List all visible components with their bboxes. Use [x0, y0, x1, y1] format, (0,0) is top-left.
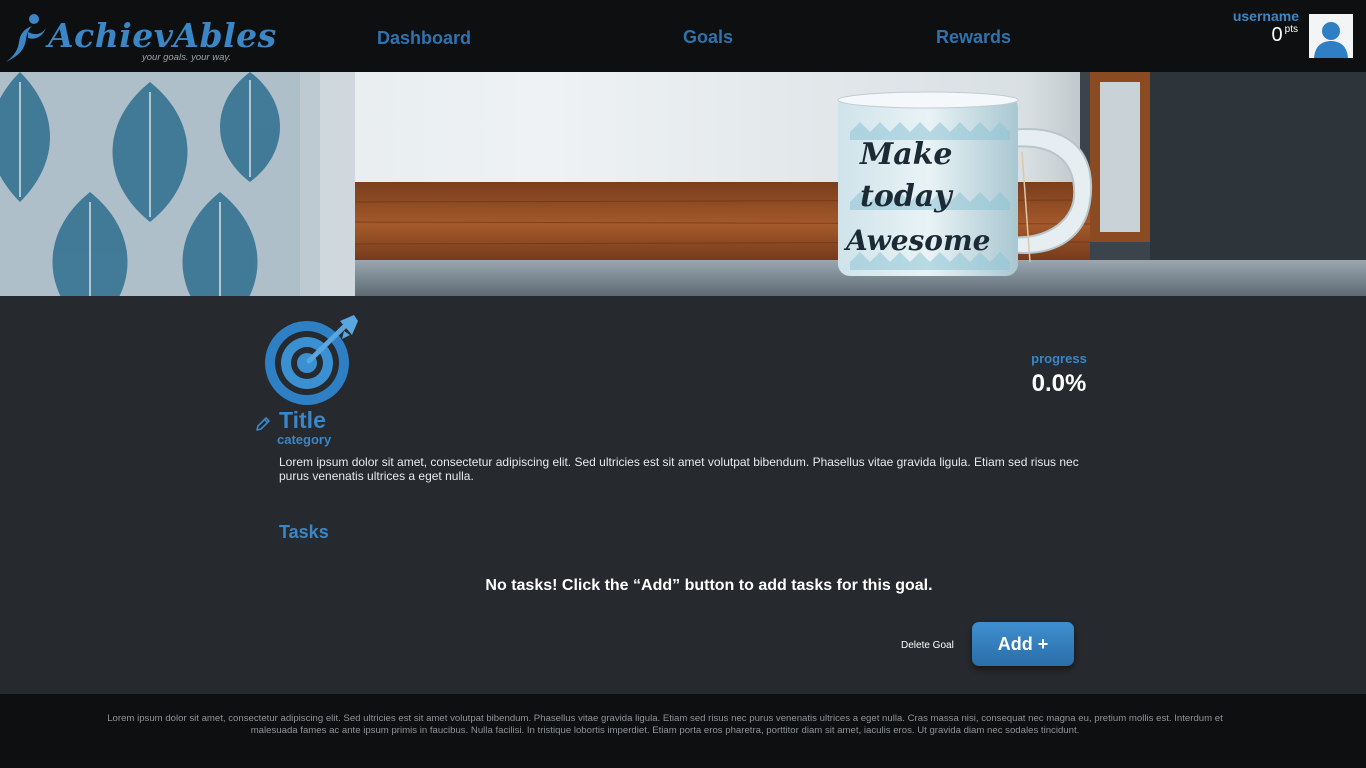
target-dart-icon	[265, 315, 358, 405]
username-label[interactable]: username	[1233, 8, 1299, 24]
svg-text:Awesome: Awesome	[843, 224, 990, 257]
page-footer: Lorem ipsum dolor sit amet, consectetur …	[0, 694, 1366, 768]
points-value: 0	[1271, 24, 1283, 46]
progress-value: 0.0%	[1031, 370, 1087, 397]
footer-text: Lorem ipsum dolor sit amet, consectetur …	[107, 713, 1223, 736]
empty-tasks-message: No tasks! Click the “Add” button to add …	[485, 577, 933, 594]
brand-tagline: your goals. your way.	[142, 52, 232, 63]
top-navbar: AchievAbles your goals. your way. Dashbo…	[0, 0, 1366, 72]
goal-description: Lorem ipsum dolor sit amet, consectetur …	[279, 455, 1079, 483]
points-unit: pts	[1284, 24, 1298, 35]
svg-text:Make: Make	[859, 137, 953, 172]
nav-goals-link[interactable]: Goals	[683, 27, 733, 48]
hero-banner-image: Make today Awesome	[0, 72, 1366, 296]
nav-rewards-link[interactable]: Rewards	[936, 27, 1011, 48]
user-avatar-icon[interactable]	[1309, 14, 1353, 58]
add-task-button[interactable]: Add +	[972, 622, 1074, 666]
pencil-icon[interactable]	[255, 416, 271, 432]
brand-name: AchievAbles	[48, 16, 277, 55]
progress-label: progress	[1031, 351, 1087, 366]
points-display: 0 pts	[1272, 24, 1298, 47]
runner-logo-icon	[6, 14, 46, 62]
delete-goal-link[interactable]: Delete Goal	[901, 640, 954, 651]
goal-title: Title	[279, 407, 326, 433]
brand-logo[interactable]: AchievAbles your goals. your way.	[4, 10, 276, 68]
goal-category: category	[277, 432, 332, 447]
nav-dashboard-link[interactable]: Dashboard	[377, 28, 471, 49]
svg-text:today: today	[860, 179, 954, 214]
tasks-heading: Tasks	[279, 522, 329, 542]
